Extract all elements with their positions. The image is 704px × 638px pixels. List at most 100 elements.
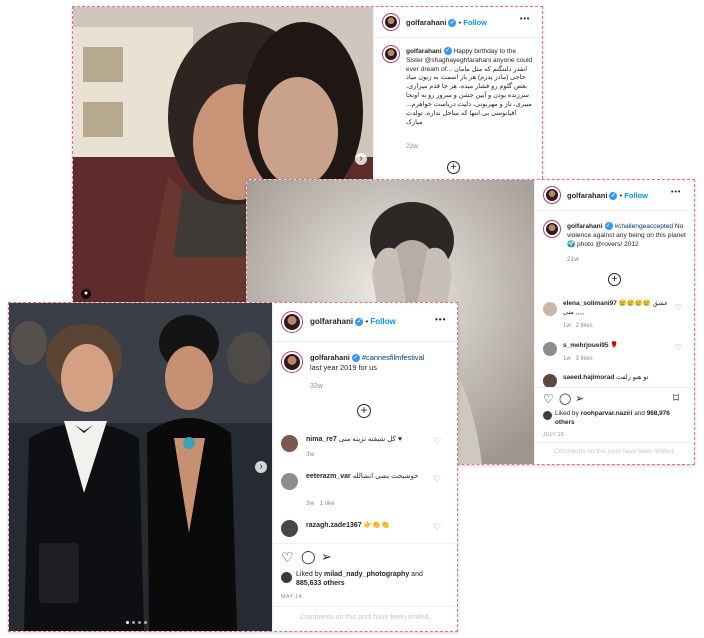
comment-username[interactable]: saeed.hajimorad: [563, 374, 614, 381]
comment-item: saeed.hajimorad تو هنو زلفت: [535, 372, 694, 388]
liker-avatar[interactable]: [543, 411, 552, 420]
caption-username[interactable]: golfarahani: [567, 223, 603, 230]
caption-avatar[interactable]: [382, 45, 400, 63]
comment-item: eeterazm_var خوشبخت بشی انشالله 3w 1 lik…: [273, 469, 457, 509]
liked-by-prefix: Liked by: [555, 410, 579, 417]
add-comment-icon[interactable]: +: [357, 404, 371, 418]
comment-meta[interactable]: 3w 1 like: [306, 500, 335, 507]
comment-username[interactable]: nima_re7: [306, 436, 337, 443]
post-date[interactable]: MAY 14: [281, 594, 302, 600]
liked-by-user[interactable]: roohparvar.naziri: [581, 410, 633, 417]
avatar[interactable]: [281, 311, 303, 333]
post-header: golfarahani ✓ • Follow •••: [273, 303, 457, 342]
heart-icon[interactable]: ♡: [433, 436, 441, 447]
carousel-dots: [126, 621, 147, 624]
comments-limited-notice: Comments on this post have been limited.: [273, 606, 457, 621]
more-options-button[interactable]: •••: [671, 189, 681, 196]
avatar[interactable]: [382, 13, 400, 31]
liked-by-and: and: [411, 571, 423, 578]
post-time[interactable]: 32w: [310, 383, 323, 390]
comment-meta[interactable]: 1w 2 likes: [563, 323, 593, 329]
caption-text: last year 2019 for us: [310, 362, 377, 372]
comment-body: کل شیفته ترینه منی ♥: [338, 436, 402, 443]
post-photo-cannes[interactable]: ›: [9, 303, 272, 631]
comment-item: razagh.zade1367 👉👏👏 ♡: [273, 517, 457, 539]
username: golfarahani: [406, 18, 447, 27]
comment-text: elena_solimani97 😢😢😢😢 عشق منی ,,,,,: [563, 300, 673, 318]
comment-avatar[interactable]: [543, 302, 557, 316]
username-link[interactable]: golfarahani ✓ • Follow: [310, 317, 396, 326]
comments-limited-notice: Comments on this post have been limited.: [535, 442, 694, 455]
avatar[interactable]: [543, 186, 561, 204]
comment-avatar[interactable]: [543, 374, 557, 388]
post-time[interactable]: 21w: [567, 256, 579, 263]
heart-icon[interactable]: ♡: [543, 392, 554, 406]
caption-hashtag[interactable]: #challengeaccepted: [614, 223, 673, 230]
comment-username[interactable]: razagh.zade1367: [306, 522, 362, 529]
comment-icon[interactable]: ◯: [559, 392, 571, 405]
action-bar: ♡ ◯ ➢ ⌑ Liked by roohparvar.naziri and 9…: [535, 387, 694, 440]
comment-item: elena_solimani97 😢😢😢😢 عشق منی ,,,,, 1w 2…: [535, 298, 694, 332]
username: golfarahani: [567, 191, 608, 200]
add-comment-icon[interactable]: +: [608, 273, 621, 286]
tagged-person-icon[interactable]: ●: [81, 289, 91, 299]
comment-avatar[interactable]: [281, 435, 298, 452]
caption: golfarahani ✓ #challengeaccepted No viole…: [567, 222, 687, 249]
comment-text: saeed.hajimorad تو هنو زلفت: [563, 374, 683, 383]
comment-avatar[interactable]: [281, 473, 298, 490]
heart-icon[interactable]: ♡: [281, 549, 294, 566]
follow-button[interactable]: Follow: [624, 191, 648, 200]
add-comment-icon[interactable]: +: [447, 161, 460, 174]
next-arrow-icon[interactable]: ›: [255, 461, 267, 473]
comment-meta[interactable]: 3w: [306, 451, 314, 458]
comment-icon[interactable]: ◯: [301, 549, 316, 565]
post-header: golfarahani ✓ • Follow •••: [535, 180, 694, 211]
follow-button[interactable]: Follow: [463, 18, 487, 27]
comment-username[interactable]: s_mehrjouei95: [563, 342, 609, 349]
caption-avatar[interactable]: [281, 351, 303, 373]
next-arrow-icon[interactable]: ›: [355, 153, 367, 165]
comment-avatar[interactable]: [543, 342, 557, 356]
comment-body: 🌹: [610, 342, 619, 349]
liked-by-prefix: Liked by: [296, 571, 323, 578]
likes-count[interactable]: 885,633 others: [296, 580, 345, 587]
comment-body: خوشبخت بشی انشالله: [352, 473, 419, 480]
heart-icon[interactable]: ♡: [675, 343, 682, 352]
comment-username[interactable]: eeterazm_var: [306, 473, 351, 480]
share-icon[interactable]: ➢: [321, 549, 332, 565]
liker-avatar[interactable]: [281, 572, 292, 583]
share-icon[interactable]: ➢: [575, 392, 584, 405]
comment-username[interactable]: elena_solimani97: [563, 300, 617, 307]
post-time[interactable]: 22w: [406, 143, 418, 150]
more-options-button[interactable]: •••: [435, 315, 446, 324]
caption: golfarahani ✓ #cannesfilmfestival last ye…: [310, 353, 450, 373]
comment-item: s_mehrjouei95 🌹 1w 3 likes ♡: [535, 338, 694, 366]
liked-by: Liked by milad_nady_photography and 885,…: [296, 570, 446, 589]
username-link[interactable]: golfarahani ✓ • Follow: [406, 18, 487, 28]
follow-button[interactable]: Follow: [370, 317, 395, 326]
liked-by-user[interactable]: milad_nady_photography: [324, 571, 409, 578]
liked-by-and: and: [634, 410, 645, 417]
comment-item: nima_re7 کل شیفته ترینه منی ♥ 3w ♡: [273, 431, 457, 463]
verified-badge-icon: ✓: [609, 192, 618, 201]
caption-hashtag[interactable]: #cannesfilmfestival: [362, 353, 424, 362]
caption-text: Happy birthday to the Sister @shaghayegh…: [406, 47, 533, 126]
comment-meta[interactable]: 1w 3 likes: [563, 356, 593, 362]
heart-icon[interactable]: ♡: [433, 522, 441, 533]
caption-username[interactable]: golfarahani: [406, 48, 442, 55]
post-card-cannes: › golfarahani ✓ • Follow ••• golfarahani ✓…: [8, 302, 458, 632]
post-date[interactable]: JULY 19: [543, 432, 564, 438]
post-panel-challenge: golfarahani ✓ • Follow ••• golfarahani ✓ #…: [534, 180, 694, 464]
username-link[interactable]: golfarahani ✓ • Follow: [567, 191, 648, 201]
caption-username[interactable]: golfarahani: [310, 353, 350, 362]
photo-cannes-image: [9, 303, 272, 631]
more-options-button[interactable]: •••: [520, 16, 530, 23]
verified-badge-icon: ✓: [448, 19, 457, 28]
comment-avatar[interactable]: [281, 520, 298, 537]
caption-avatar[interactable]: [543, 220, 561, 238]
heart-icon[interactable]: ♡: [433, 474, 441, 485]
liked-by: Liked by roohparvar.naziri and 968,976 o…: [555, 410, 685, 427]
username: golfarahani: [310, 317, 354, 326]
heart-icon[interactable]: ♡: [675, 303, 682, 312]
bookmark-icon[interactable]: ⌑: [673, 391, 679, 405]
